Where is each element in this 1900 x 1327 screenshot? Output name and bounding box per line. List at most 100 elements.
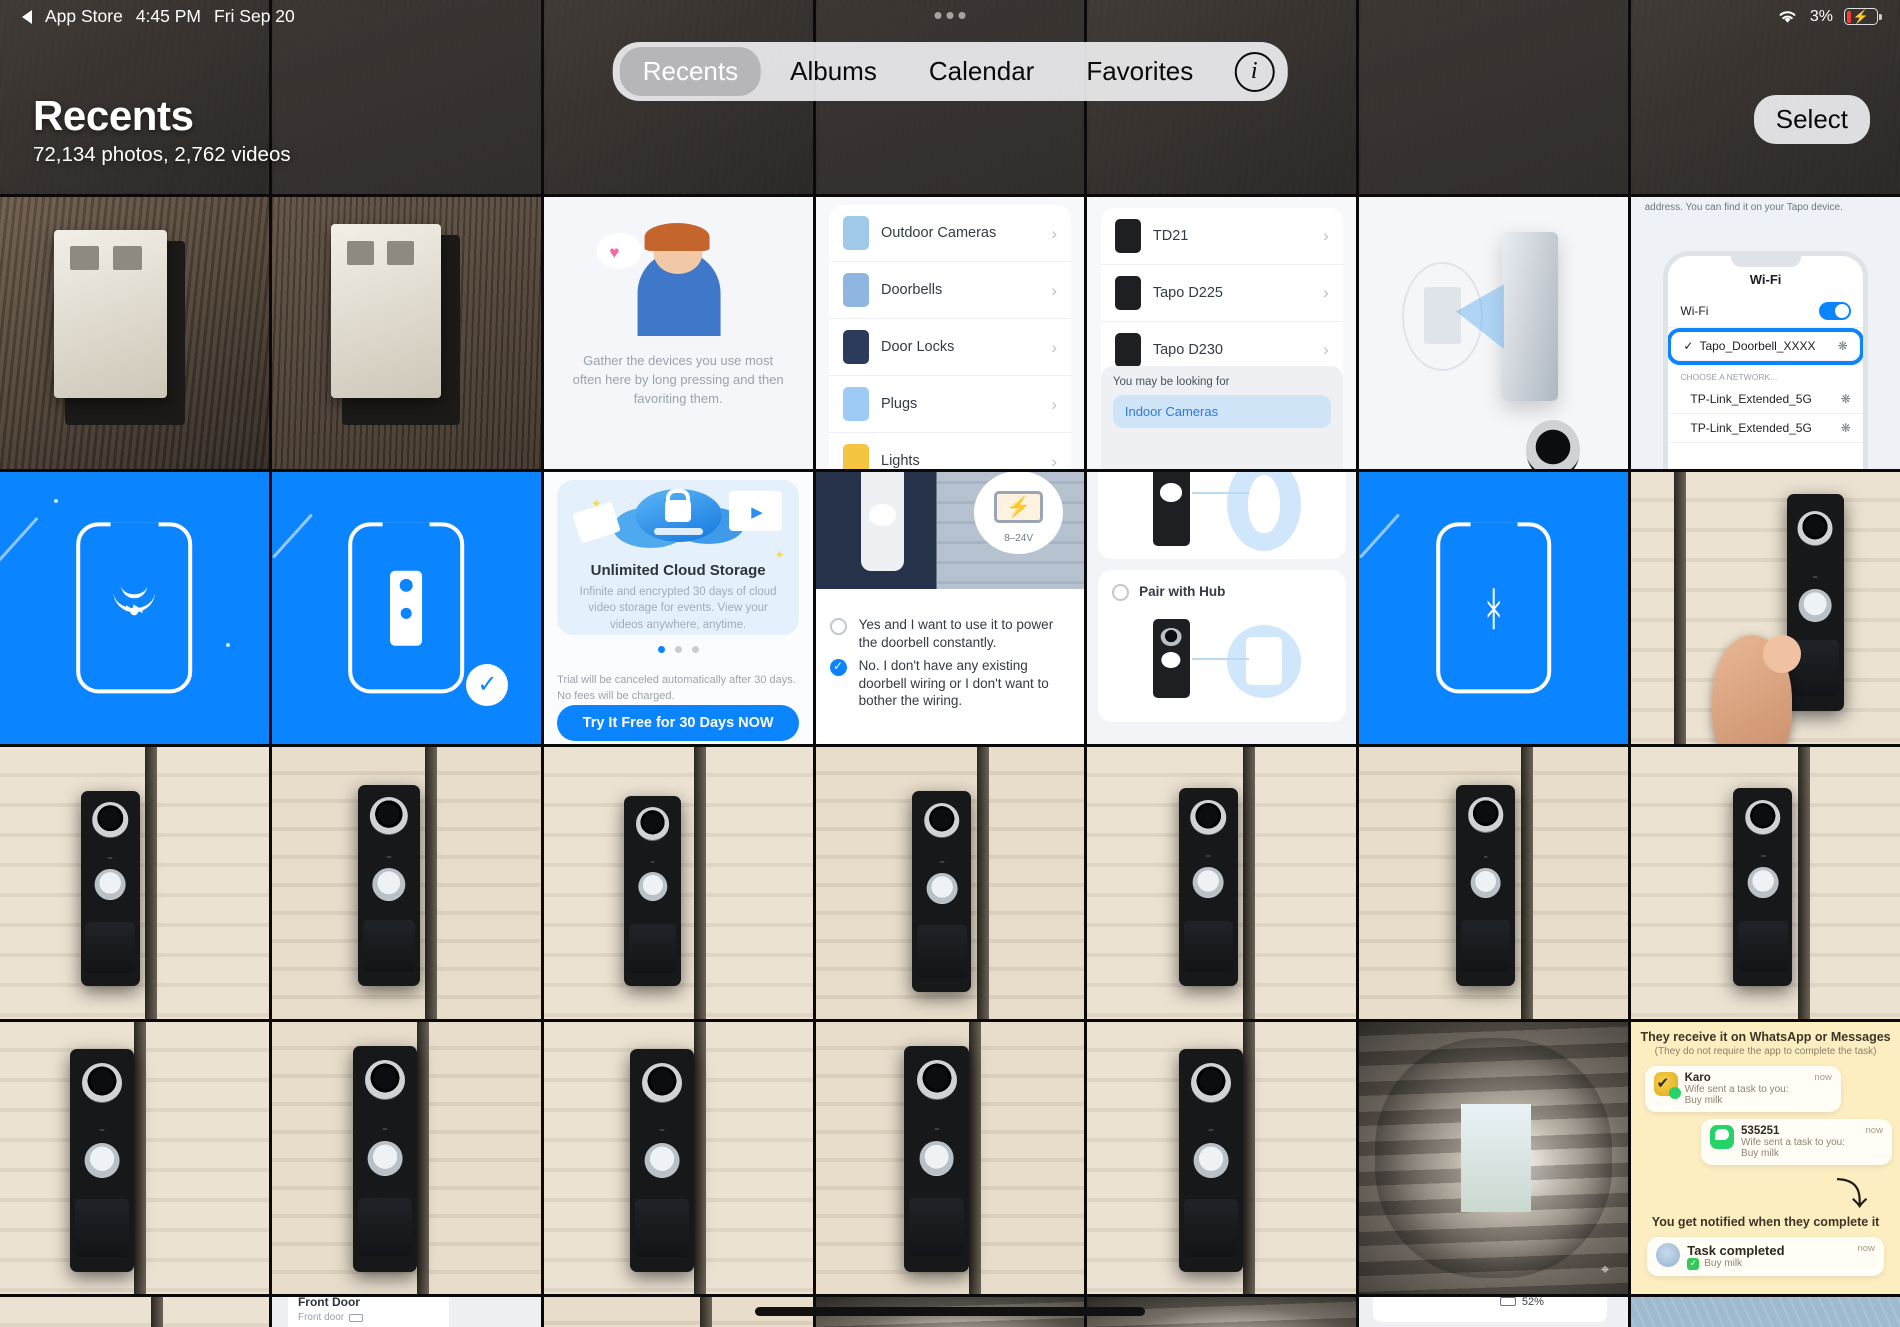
- photo-thumbnail[interactable]: ⌖: [1359, 1022, 1629, 1294]
- pair-hub-label: Pair with Hub: [1139, 583, 1226, 599]
- location-pin-icon: ⌖: [1600, 1260, 1610, 1278]
- photo-thumbnail[interactable]: [1087, 747, 1357, 1019]
- photo-thumbnail[interactable]: [1087, 1022, 1357, 1294]
- photo-thumbnail[interactable]: [1631, 1297, 1900, 1327]
- photo-thumbnail[interactable]: [0, 747, 269, 1019]
- device-row[interactable]: Tapo D225 ›: [1100, 265, 1343, 322]
- device-category-icon: [843, 273, 869, 308]
- phone-illustration: [348, 522, 465, 694]
- chevron-right-icon: ›: [1051, 280, 1057, 300]
- device-category-icon: [843, 444, 869, 469]
- photo-thumbnail-favorites-hint[interactable]: ♥ Gather the devices you use most often …: [543, 197, 813, 469]
- tab-favorites[interactable]: Favorites: [1063, 47, 1216, 96]
- category-row[interactable]: Outdoor Cameras ›: [829, 205, 1071, 263]
- power-option-no[interactable]: No. I don't have any existing doorbell w…: [816, 649, 1085, 718]
- notification-name: 535251: [1741, 1125, 1780, 1137]
- phone-notch: [1730, 256, 1801, 268]
- photo-thumbnail[interactable]: [0, 1297, 269, 1327]
- radio-unselected-icon[interactable]: [829, 618, 847, 635]
- carousel-dot[interactable]: [657, 646, 665, 654]
- photo-thumbnail[interactable]: ✓: [271, 472, 541, 744]
- wifi-toggle-row[interactable]: Wi-Fi: [1668, 295, 1863, 329]
- pair-card-hub[interactable]: Pair with Hub: [1098, 569, 1346, 723]
- photo-thumbnail[interactable]: [1631, 472, 1900, 744]
- notification-body: Wife sent a task to you: Buy milk: [1741, 1137, 1845, 1159]
- person-avatar-icon: [1656, 1242, 1681, 1267]
- wifi-signal-icon: ❋: [1837, 339, 1848, 354]
- back-app-label[interactable]: App Store: [45, 6, 123, 27]
- task-check-icon: ✓: [1687, 1257, 1700, 1270]
- category-row[interactable]: Plugs ›: [829, 376, 1071, 434]
- chevron-right-icon: ›: [1323, 226, 1329, 246]
- category-row[interactable]: Doorbells ›: [829, 262, 1071, 320]
- wifi-phone-mock: Wi-Fi Wi-Fi ✓ Tapo_Doorbell_XXXX ❋ CHOOS…: [1663, 251, 1868, 469]
- photo-thumbnail[interactable]: [543, 747, 813, 1019]
- photo-thumbnail[interactable]: [1359, 747, 1629, 1019]
- phone-illustration: ⌁: [76, 522, 193, 694]
- photo-thumbnail-front-door-card[interactable]: Front Door Front door: [271, 1297, 541, 1327]
- photo-thumbnail[interactable]: [0, 197, 269, 469]
- wifi-network-row[interactable]: TP-Link_Extended_5G ❋: [1668, 414, 1863, 444]
- photo-thumbnail-doorbell-card[interactable]: 52% Doorbell ›: [1359, 1297, 1629, 1327]
- photo-thumbnail[interactable]: ᚼ: [1359, 472, 1629, 744]
- carousel-dot[interactable]: [691, 646, 699, 654]
- curved-arrow-icon: ⤵: [1835, 1175, 1868, 1212]
- wifi-signal-icon: ❋: [1840, 392, 1851, 407]
- photo-thumbnail[interactable]: [271, 747, 541, 1019]
- tab-calendar[interactable]: Calendar: [906, 47, 1058, 96]
- messages-app-icon: [1710, 1125, 1735, 1149]
- notification-sms[interactable]: 535251 Wife sent a task to you: Buy milk…: [1701, 1119, 1892, 1165]
- photos-mode-segmented-control[interactable]: Recents Albums Calendar Favorites i: [612, 42, 1288, 101]
- photo-thumbnail-power-question[interactable]: ⚡ 8–24V Yes and I want to use it to powe…: [815, 472, 1085, 744]
- notification-task-completed[interactable]: Task completed ✓ Buy milk now: [1647, 1236, 1884, 1276]
- notification-body: Wife sent a task to you: Buy milk: [1684, 1084, 1789, 1106]
- radio-selected-icon[interactable]: [829, 658, 847, 676]
- category-row[interactable]: Lights ›: [829, 433, 1071, 469]
- power-option-yes-label: Yes and I want to use it to power the do…: [858, 617, 1054, 650]
- category-row[interactable]: Door Locks ›: [829, 319, 1071, 377]
- select-button[interactable]: Select: [1753, 95, 1870, 144]
- wifi-section-header: CHOOSE A NETWORK...: [1680, 372, 1778, 383]
- photo-thumbnail-tapo-categories[interactable]: Outdoor Cameras › Doorbells › Door Locks › Plu…: [815, 197, 1085, 469]
- device-category-icon: [843, 216, 869, 251]
- photo-thumbnail[interactable]: [543, 1022, 813, 1294]
- cloud-promo-title: Unlimited Cloud Storage: [590, 562, 766, 580]
- notification-whatsapp[interactable]: ✔ Karo Wife sent a task to you: Buy milk…: [1644, 1066, 1841, 1112]
- photo-thumbnail[interactable]: [271, 1022, 541, 1294]
- radio-unselected-icon[interactable]: [1112, 583, 1130, 601]
- notification-time: now: [1814, 1072, 1832, 1083]
- tab-recents[interactable]: Recents: [619, 47, 762, 96]
- battery-icon: ⚡: [1844, 8, 1882, 25]
- photo-thumbnail[interactable]: [815, 1022, 1085, 1294]
- wifi-network-row[interactable]: TP-Link_Extended_5G ❋: [1668, 385, 1863, 415]
- photo-thumbnail[interactable]: [271, 197, 541, 469]
- page-title: Recents: [33, 92, 194, 139]
- photo-thumbnail[interactable]: [1631, 747, 1900, 1019]
- photo-grid[interactable]: ♥ Gather the devices you use most often …: [0, 0, 1900, 1327]
- try-free-button[interactable]: Try It Free for 30 Days NOW: [557, 705, 800, 742]
- front-door-title: Front Door: [297, 1297, 360, 1309]
- device-row[interactable]: TD21 ›: [1100, 208, 1343, 265]
- home-indicator[interactable]: [755, 1307, 1145, 1316]
- photo-thumbnail-cloud-storage[interactable]: ▶ ✦ ✦ Unlimited Cloud Storage Infinite a…: [543, 472, 813, 744]
- battery-small-icon: [349, 1313, 364, 1322]
- photo-thumbnail-task-flow[interactable]: They receive it on WhatsApp or Messages …: [1631, 1022, 1900, 1294]
- category-label: Plugs: [881, 396, 918, 413]
- info-icon[interactable]: i: [1234, 51, 1275, 92]
- multitask-handle[interactable]: [934, 12, 966, 19]
- photo-thumbnail[interactable]: ⌁: [0, 472, 269, 744]
- photo-thumbnail[interactable]: [815, 747, 1085, 1019]
- carousel-dot[interactable]: [674, 646, 682, 654]
- back-arrow-icon[interactable]: [22, 9, 32, 24]
- wifi-connected-network-row[interactable]: ✓ Tapo_Doorbell_XXXX ❋: [1668, 328, 1863, 366]
- photo-thumbnail-tapo-devices[interactable]: TD21›Tapo D225›Tapo D230›Tapo D235›TD25›…: [1087, 197, 1357, 469]
- tab-albums[interactable]: Albums: [767, 47, 900, 96]
- photo-thumbnail[interactable]: [0, 1022, 269, 1294]
- status-date: Fri Sep 20: [214, 6, 295, 26]
- wifi-toggle[interactable]: [1818, 302, 1851, 321]
- photo-thumbnail[interactable]: [1359, 197, 1629, 469]
- photo-thumbnail-wifi-settings[interactable]: address. You can find it on your Tapo de…: [1631, 197, 1900, 469]
- photo-thumbnail-pair-hub[interactable]: Pair with Hub: [1087, 472, 1357, 744]
- suggestion-chip-indoor-cameras[interactable]: Indoor Cameras: [1112, 394, 1331, 428]
- carousel-dots[interactable]: [544, 646, 813, 654]
